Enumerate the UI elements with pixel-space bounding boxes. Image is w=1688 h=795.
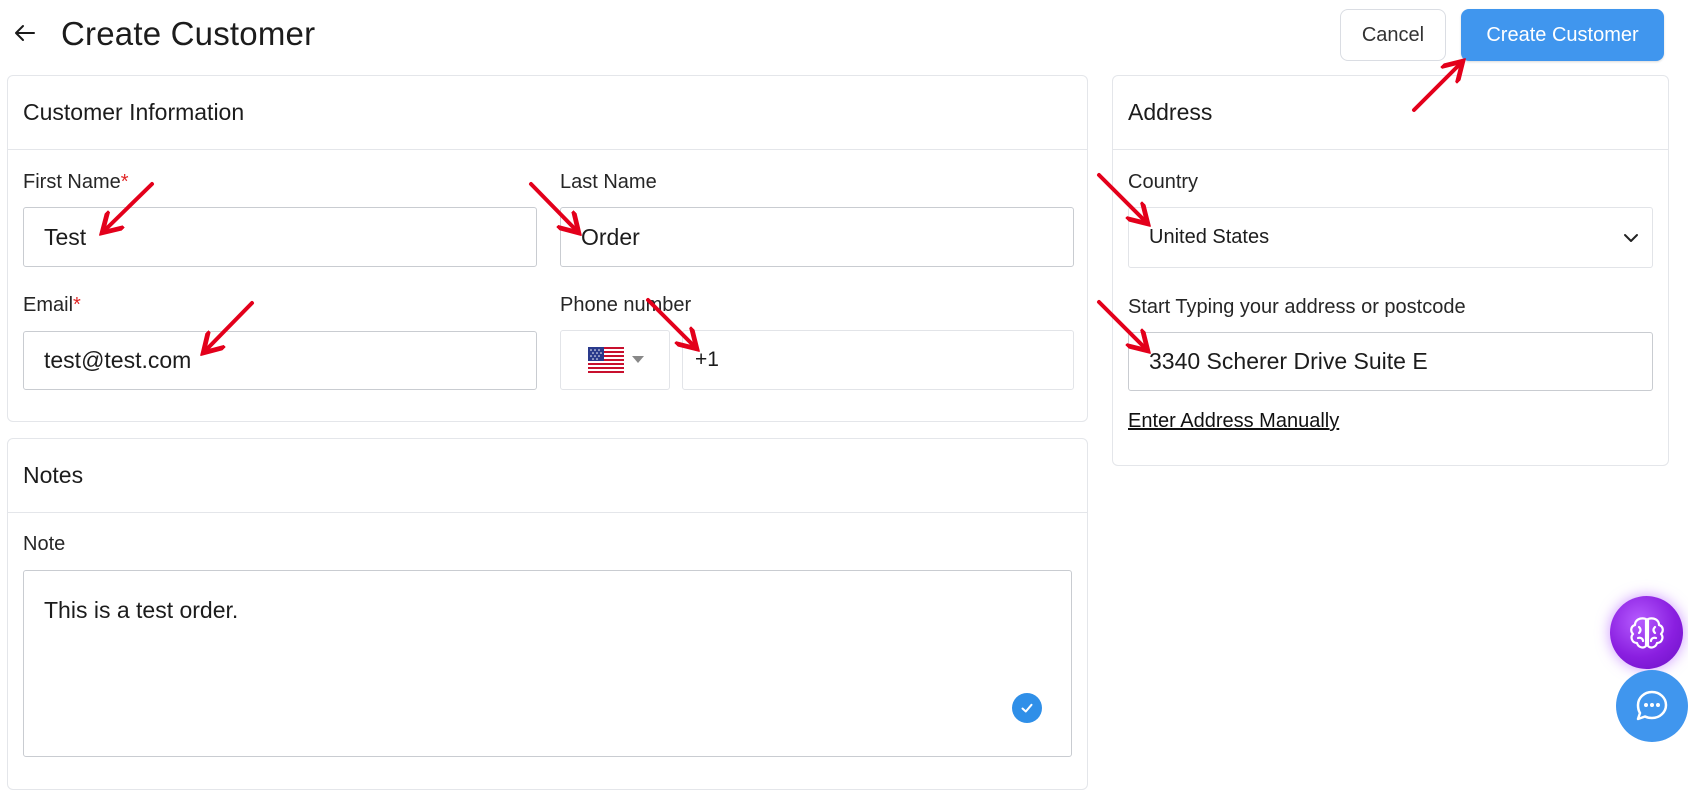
country-label: Country bbox=[1128, 171, 1199, 193]
create-customer-button[interactable]: Create Customer bbox=[1461, 9, 1664, 61]
chat-bubble-icon bbox=[1636, 690, 1668, 721]
ai-assistant-button[interactable] bbox=[1610, 596, 1683, 669]
customer-information-card: Customer Information First Name* Test La… bbox=[7, 75, 1088, 422]
email-field[interactable]: test@test.com bbox=[23, 331, 537, 390]
customer-information-heading: Customer Information bbox=[8, 76, 1087, 150]
country-select[interactable]: United States bbox=[1128, 207, 1653, 268]
chat-button[interactable] bbox=[1616, 670, 1688, 742]
address-card: Address Country United States Start Typi… bbox=[1112, 75, 1669, 466]
caret-down-icon bbox=[632, 356, 644, 363]
country-code-selector[interactable] bbox=[560, 330, 670, 390]
last-name-label: Last Name bbox=[560, 171, 657, 193]
note-label: Note bbox=[23, 533, 66, 555]
check-icon bbox=[1012, 693, 1042, 723]
note-textarea[interactable]: This is a test order. bbox=[23, 570, 1072, 757]
notes-heading: Notes bbox=[8, 439, 1087, 513]
last-name-field[interactable]: Order bbox=[560, 207, 1074, 267]
enter-address-manually-link[interactable]: Enter Address Manually bbox=[1128, 410, 1339, 433]
address-search-field[interactable]: 3340 Scherer Drive Suite E bbox=[1128, 332, 1653, 391]
address-heading: Address bbox=[1113, 76, 1668, 150]
back-button[interactable] bbox=[10, 18, 40, 48]
brain-icon bbox=[1629, 616, 1664, 649]
us-flag-icon bbox=[588, 347, 624, 373]
chevron-down-icon bbox=[1624, 233, 1638, 242]
note-text: This is a test order. bbox=[44, 597, 239, 623]
notes-card: Notes Note This is a test order. bbox=[7, 438, 1088, 790]
first-name-label: First Name* bbox=[23, 171, 129, 194]
country-select-value: United States bbox=[1149, 226, 1270, 248]
first-name-label-text: First Name bbox=[23, 171, 121, 193]
phone-number-field[interactable]: +1 bbox=[682, 330, 1074, 390]
required-mark: * bbox=[120, 171, 129, 193]
address-search-label: Start Typing your address or postcode bbox=[1128, 296, 1466, 318]
email-label: Email* bbox=[23, 294, 81, 317]
cancel-button[interactable]: Cancel bbox=[1340, 9, 1446, 61]
required-mark: * bbox=[73, 294, 81, 316]
page-title: Create Customer bbox=[61, 15, 316, 52]
email-label-text: Email bbox=[23, 294, 74, 316]
arrow-left-icon bbox=[15, 25, 35, 41]
first-name-field[interactable]: Test bbox=[23, 207, 537, 267]
phone-number-label: Phone number bbox=[560, 294, 692, 316]
